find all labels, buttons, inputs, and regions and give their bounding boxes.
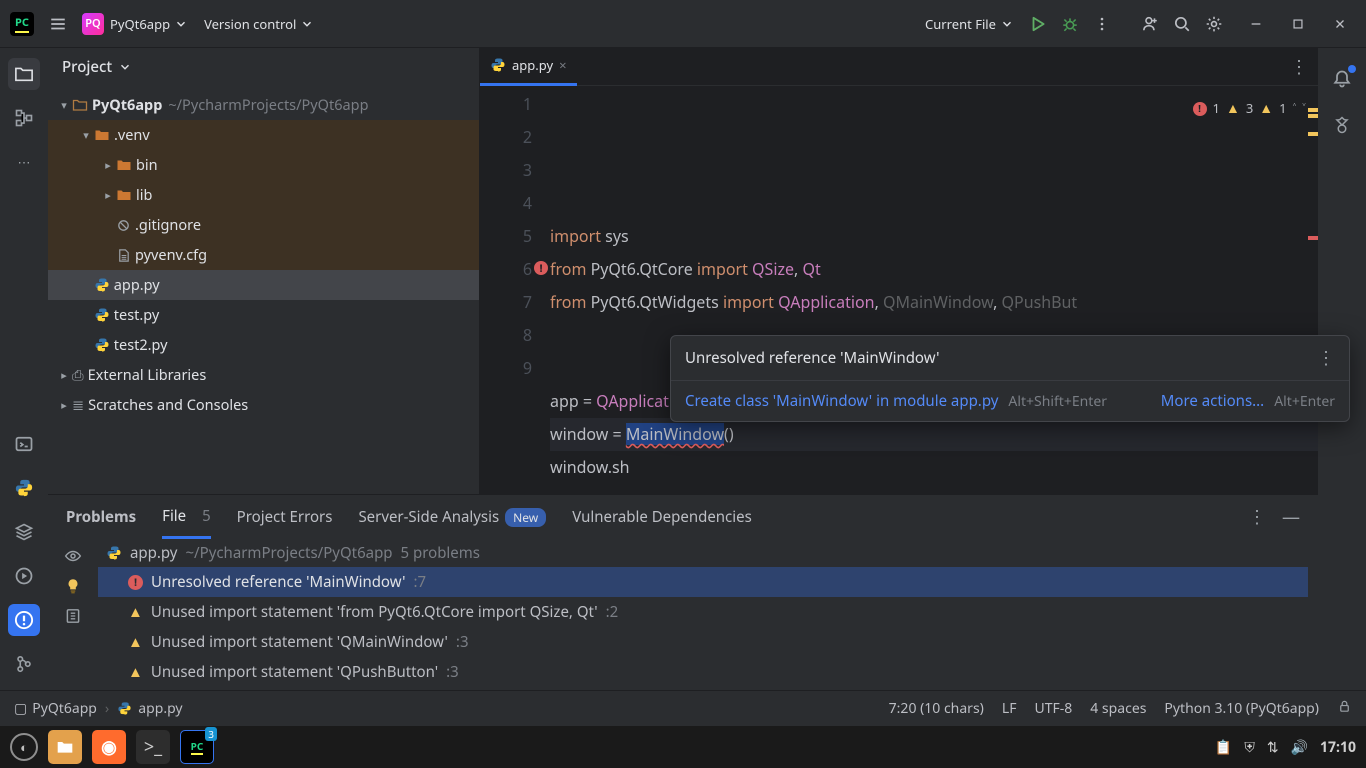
- highlight-toggle-icon[interactable]: [64, 547, 82, 565]
- intention-popup: Unresolved reference 'MainWindow' ⋮ Crea…: [670, 335, 1350, 422]
- tree-root[interactable]: ▾ PyQt6app ~/PycharmProjects/PyQt6app: [48, 90, 479, 120]
- titlebar: PC PQ PyQt6app Version control Current F…: [0, 0, 1366, 48]
- tab-project-errors[interactable]: Project Errors: [237, 495, 333, 539]
- status-encoding[interactable]: UTF-8: [1034, 699, 1072, 718]
- problems-panel: Problems File 5 Project Errors Server-Si…: [48, 494, 1318, 690]
- prev-highlight-icon[interactable]: ˄: [1293, 92, 1297, 125]
- tree-file-test2[interactable]: test2.py: [48, 330, 479, 360]
- editor-area: app.py × ⋮ 1 2 3 4 5 6 7 8 9 ! !1 ▲3 ▲1 …: [480, 48, 1318, 494]
- tab-problems-title: Problems: [66, 495, 136, 539]
- intention-bulb-icon[interactable]: [64, 577, 82, 595]
- project-panel-header[interactable]: Project: [48, 48, 479, 86]
- code-editor[interactable]: 1 2 3 4 5 6 7 8 9 ! !1 ▲3 ▲1 ˄ ˅ import …: [480, 86, 1318, 494]
- editor-tab-app[interactable]: app.py ×: [480, 48, 577, 86]
- breadcrumb-root[interactable]: ▢ PyQt6app: [14, 699, 97, 718]
- more-run-button[interactable]: [1086, 8, 1118, 40]
- preview-icon[interactable]: [64, 607, 82, 625]
- run-button[interactable]: [1022, 8, 1054, 40]
- services-tool-button[interactable]: [8, 560, 40, 592]
- settings-button[interactable]: [1198, 8, 1230, 40]
- window-maximize[interactable]: [1282, 8, 1314, 40]
- os-taskbar: ◐ ◉ >_ 3 PC 📋 ⛨ ⇅ 🔊 17:10: [0, 726, 1366, 768]
- close-tab-icon[interactable]: ×: [559, 56, 566, 74]
- os-menu-button[interactable]: ◐: [10, 733, 38, 761]
- vcs-tool-button[interactable]: [8, 648, 40, 680]
- weak-warning-icon: ▲: [1259, 92, 1273, 125]
- status-line-sep[interactable]: LF: [1002, 699, 1017, 718]
- run-config-selector[interactable]: Current File: [917, 11, 1022, 37]
- project-tree: ▾ PyQt6app ~/PycharmProjects/PyQt6app ▾ …: [48, 86, 479, 424]
- tray-clock[interactable]: 17:10: [1320, 738, 1356, 757]
- more-tools-button[interactable]: ⋯: [8, 146, 40, 178]
- project-selector[interactable]: PQ PyQt6app: [74, 9, 196, 39]
- error-icon: !: [1193, 102, 1207, 116]
- more-actions-link[interactable]: More actions...: [1161, 391, 1264, 411]
- editor-tabs: app.py × ⋮: [480, 48, 1318, 86]
- tree-gitignore[interactable]: .gitignore: [48, 210, 479, 240]
- tree-venv[interactable]: ▾ .venv: [48, 120, 479, 150]
- problems-list: app.py ~/PycharmProjects/PyQt6app 5 prob…: [98, 539, 1318, 691]
- debug-button[interactable]: [1054, 8, 1086, 40]
- window-close[interactable]: [1324, 8, 1356, 40]
- tray-volume-icon[interactable]: 🔊: [1291, 738, 1308, 757]
- problems-tool-button[interactable]: [8, 604, 40, 636]
- tray-shield-icon[interactable]: ⛨: [1244, 738, 1255, 757]
- breadcrumb-file[interactable]: app.py: [117, 699, 182, 718]
- problems-hide-icon[interactable]: —: [1282, 505, 1300, 529]
- taskbar-firefox[interactable]: ◉: [92, 730, 126, 764]
- status-indent[interactable]: 4 spaces: [1090, 699, 1146, 718]
- taskbar-terminal[interactable]: >_: [136, 730, 170, 764]
- intention-title: Unresolved reference 'MainWindow': [685, 348, 939, 368]
- tray-network-icon[interactable]: ⇅: [1267, 738, 1279, 757]
- problem-item[interactable]: ▲Unused import statement 'from PyQt6.QtC…: [98, 597, 1308, 627]
- problem-item[interactable]: ▲Unused import statement 'QMainWindow' :…: [98, 627, 1308, 657]
- problem-item[interactable]: ▲Unused import statement 'QPushButton' :…: [98, 657, 1308, 687]
- taskbar-files[interactable]: [48, 730, 82, 764]
- main-menu-button[interactable]: [42, 8, 74, 40]
- search-everywhere-button[interactable]: [1166, 8, 1198, 40]
- code-with-me-button[interactable]: [1134, 8, 1166, 40]
- tab-vulnerable-deps[interactable]: Vulnerable Dependencies: [572, 495, 752, 539]
- python-packages-button[interactable]: [8, 516, 40, 548]
- status-cursor-pos[interactable]: 7:20 (10 chars): [889, 699, 984, 718]
- notifications-button[interactable]: [1326, 63, 1358, 95]
- intention-action-link[interactable]: Create class 'MainWindow' in module app.…: [685, 391, 998, 411]
- problems-sidebar: [48, 539, 98, 691]
- inspection-summary[interactable]: !1 ▲3 ▲1 ˄ ˅: [1193, 92, 1306, 125]
- taskbar-pycharm[interactable]: 3 PC: [180, 730, 214, 764]
- tab-file[interactable]: File 5: [162, 495, 211, 539]
- status-interpreter[interactable]: Python 3.10 (PyQt6app): [1164, 699, 1319, 718]
- tab-server-analysis[interactable]: Server-Side AnalysisNew: [358, 495, 546, 539]
- intention-more-icon[interactable]: ⋮: [1317, 346, 1335, 370]
- warning-icon: ▲: [1226, 92, 1240, 125]
- project-tool-button[interactable]: [8, 58, 40, 90]
- left-tool-strip: ⋯: [0, 48, 48, 690]
- tree-file-test[interactable]: test.py: [48, 300, 479, 330]
- tree-external-libs[interactable]: ▸⎙ External Libraries: [48, 360, 479, 390]
- tree-lib[interactable]: ▸ lib: [48, 180, 479, 210]
- intention-action-shortcut: Alt+Shift+Enter: [1008, 392, 1107, 411]
- tree-scratches[interactable]: ▸≣ Scratches and Consoles: [48, 390, 479, 420]
- structure-tool-button[interactable]: [8, 102, 40, 134]
- python-console-button[interactable]: [8, 472, 40, 504]
- project-badge: PQ: [82, 13, 104, 35]
- more-actions-shortcut: Alt+Enter: [1274, 392, 1335, 411]
- problems-tabs: Problems File 5 Project Errors Server-Si…: [48, 495, 1318, 539]
- ide-logo: PC: [10, 12, 34, 36]
- project-panel: Project ▾ PyQt6app ~/PycharmProjects/PyQ…: [48, 48, 480, 494]
- problems-file-header[interactable]: app.py ~/PycharmProjects/PyQt6app 5 prob…: [98, 539, 1308, 567]
- tree-pyvenv[interactable]: pyvenv.cfg: [48, 240, 479, 270]
- tray-clipboard-icon[interactable]: 📋: [1215, 738, 1232, 757]
- status-bar: ▢ PyQt6app › app.py 7:20 (10 chars) LF U…: [0, 690, 1366, 726]
- tree-file-app[interactable]: app.py: [48, 270, 479, 300]
- problem-item[interactable]: !Unresolved reference 'MainWindow' :7: [98, 567, 1308, 597]
- tree-bin[interactable]: ▸ bin: [48, 150, 479, 180]
- problems-options-icon[interactable]: ⋮: [1248, 505, 1266, 529]
- window-minimize[interactable]: [1240, 8, 1272, 40]
- terminal-tool-button[interactable]: [8, 428, 40, 460]
- editor-tab-more[interactable]: ⋮: [1290, 55, 1318, 79]
- readonly-lock-icon[interactable]: [1337, 699, 1352, 718]
- vcs-selector[interactable]: Version control: [196, 11, 322, 37]
